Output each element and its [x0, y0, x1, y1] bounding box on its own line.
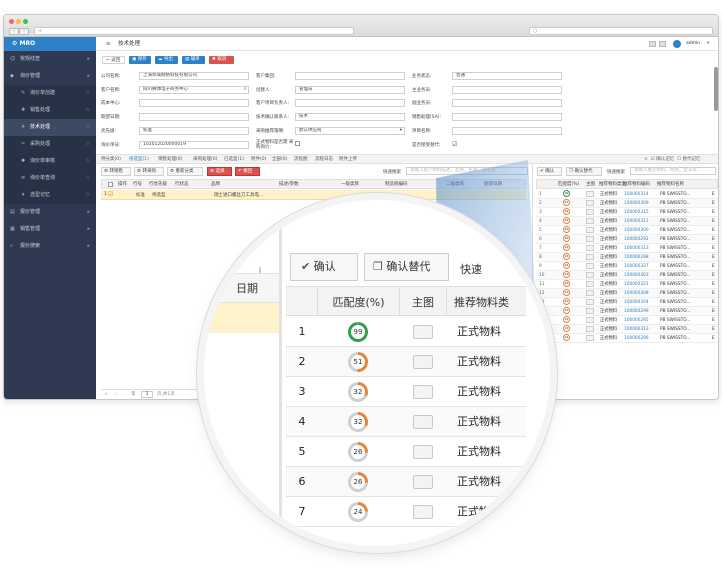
mag-material-type: 正式物料	[457, 355, 501, 368]
mag-score-value: 26	[351, 445, 365, 459]
mag-score-ring: 24	[348, 502, 368, 522]
mag-score-ring: 99	[348, 322, 368, 342]
mag-type-header: 推荐物料类	[454, 296, 509, 309]
mag-material-type: 正式物料	[457, 415, 501, 428]
mag-thumbnail[interactable]	[413, 355, 433, 369]
mag-quick-label: 快速	[460, 263, 482, 276]
mag-confirm-button[interactable]: ✔ 确认	[290, 253, 358, 281]
mag-score-ring: 26	[348, 472, 368, 492]
mag-material-type: 正式物料	[457, 445, 501, 458]
mag-row-number: 4	[298, 415, 306, 428]
mag-score-value: 32	[351, 385, 365, 399]
mag-confirm-alt-button[interactable]: ❐ 确认替代	[364, 253, 449, 281]
mag-thumbnail[interactable]	[413, 445, 433, 459]
mag-material-type: 正式物料	[457, 385, 501, 398]
mag-score-ring: 32	[348, 412, 368, 432]
mag-material-type: 正式物	[457, 505, 490, 518]
mag-date-header: 日期	[236, 282, 258, 295]
mag-row-number: 2	[298, 355, 306, 368]
mag-material-type: 正式物料	[457, 475, 501, 488]
mag-thumbnail[interactable]	[413, 415, 433, 429]
mag-score-value: 26	[351, 475, 365, 489]
mag-score-value: 24	[351, 505, 365, 519]
copy-icon: ❐	[373, 260, 383, 273]
magnifier: 日期 ✔ 确认 ❐ 确认替代 快速 匹配度(%) 主图 推荐物料类 1 99 正式物…	[204, 200, 550, 546]
mag-table-row[interactable]: 7 24 正式物	[286, 497, 526, 527]
mag-score-value: 32	[351, 415, 365, 429]
mag-img-header: 主图	[412, 296, 434, 309]
mag-table-row[interactable]: 1 99 正式物料	[286, 317, 526, 347]
mag-thumbnail[interactable]	[413, 385, 433, 399]
mag-thumbnail[interactable]	[413, 505, 433, 519]
mag-score-ring: 26	[348, 442, 368, 462]
mag-left-row	[204, 303, 279, 333]
mag-row-number: 1	[298, 325, 306, 338]
mag-table-row[interactable]: 3 32 正式物料	[286, 377, 526, 407]
mag-divider	[279, 200, 282, 546]
mag-row-number: 7	[298, 505, 306, 518]
mag-thumbnail[interactable]	[413, 325, 433, 339]
check-icon: ✔	[301, 260, 311, 273]
mag-match-header: 匹配度(%)	[332, 296, 385, 309]
mag-table-row[interactable]: 6 26 正式物料	[286, 467, 526, 497]
mag-row-number: 6	[298, 475, 306, 488]
mag-row-number: 5	[298, 445, 306, 458]
mag-score-ring: 51	[348, 352, 368, 372]
mag-score-value: 99	[351, 325, 365, 339]
mag-score-ring: 32	[348, 382, 368, 402]
mag-score-value: 51	[351, 355, 365, 369]
mag-thumbnail[interactable]	[413, 475, 433, 489]
mag-material-type: 正式物料	[457, 325, 501, 338]
mag-table-row[interactable]: 2 51 正式物料	[286, 347, 526, 377]
mag-table-row[interactable]: 5 26 正式物料	[286, 437, 526, 467]
mag-row-number: 3	[298, 385, 306, 398]
mag-table-row[interactable]: 4 32 正式物料	[286, 407, 526, 437]
